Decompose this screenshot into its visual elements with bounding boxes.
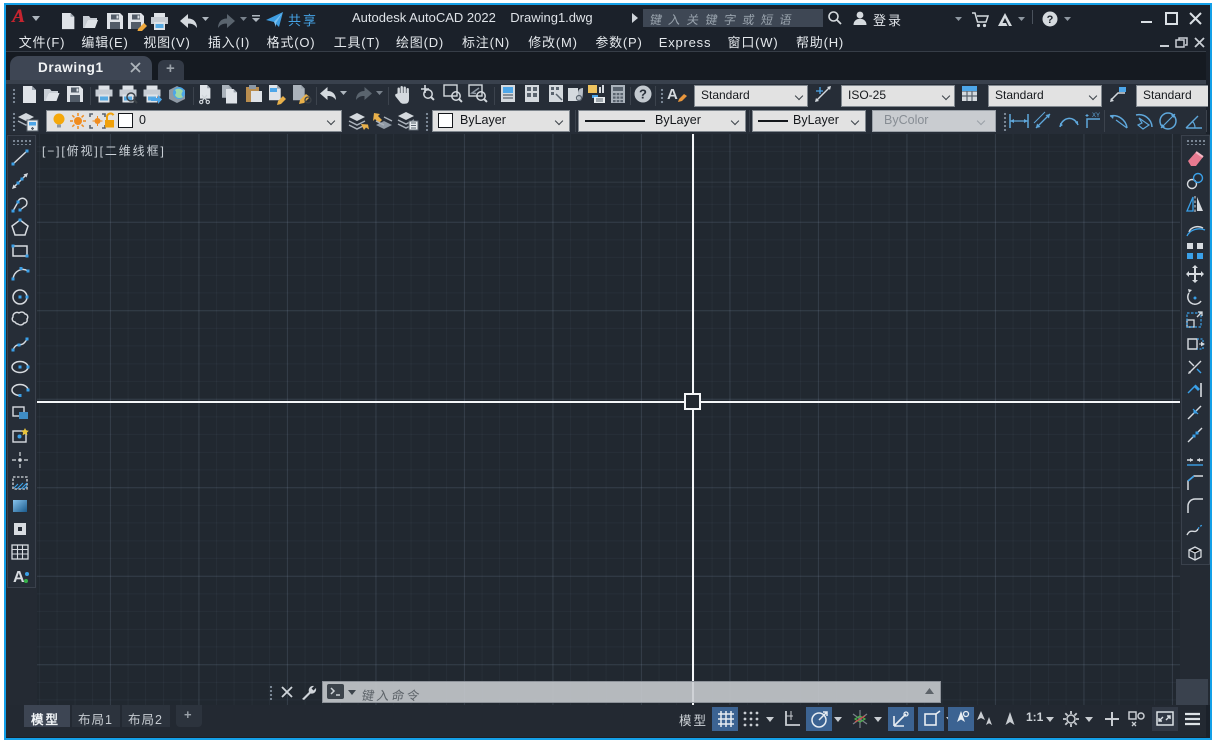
svg-text:A: A bbox=[667, 86, 678, 103]
svg-text:?: ? bbox=[1047, 14, 1054, 26]
svg-text:A: A bbox=[13, 569, 25, 586]
svg-text:XY: XY bbox=[1092, 113, 1100, 119]
svg-text:?: ? bbox=[639, 87, 647, 102]
